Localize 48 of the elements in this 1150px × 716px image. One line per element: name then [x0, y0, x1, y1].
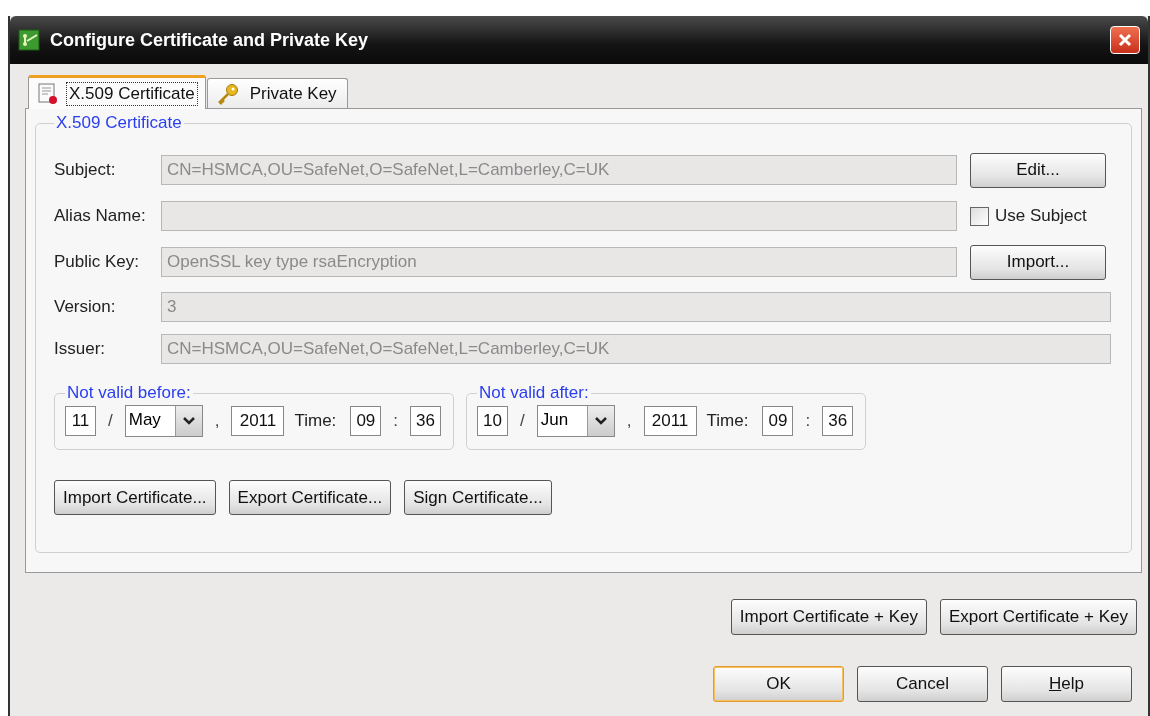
- chevron-down-icon: [182, 417, 195, 425]
- close-button[interactable]: [1110, 26, 1140, 54]
- field-label: Subject:: [54, 160, 117, 180]
- date-separator: ,: [625, 411, 633, 431]
- minute-field[interactable]: 36: [410, 406, 442, 436]
- minute-field[interactable]: 36: [822, 406, 854, 436]
- close-icon: [1117, 32, 1133, 48]
- certificate-button[interactable]: Sign Certificate...: [404, 480, 552, 515]
- date-group-title: Not valid after:: [478, 383, 590, 403]
- date-separator: /: [107, 411, 114, 431]
- app-icon: [18, 29, 40, 51]
- dialog-button[interactable]: Help: [1001, 666, 1132, 702]
- year-field[interactable]: 2011: [231, 406, 285, 436]
- time-label: Time:: [294, 411, 337, 431]
- chevron-down-icon: [594, 417, 607, 425]
- field-label: Public Key:: [54, 252, 141, 272]
- certificate-key-button[interactable]: Import Certificate + Key: [730, 599, 927, 635]
- date-separator: ,: [213, 411, 221, 431]
- certificate-key-button[interactable]: Export Certificate + Key: [939, 599, 1137, 635]
- group-title: X.509 Certificate: [55, 113, 183, 133]
- field-label: Alias Name:: [54, 206, 147, 226]
- tab[interactable]: X.509 Certificate: [28, 75, 206, 109]
- certificate-button[interactable]: Import Certificate...: [54, 480, 216, 515]
- time-separator: :: [392, 411, 400, 431]
- text-field[interactable]: [161, 201, 957, 231]
- month-dropdown[interactable]: May: [124, 405, 203, 437]
- hour-field[interactable]: 09: [350, 406, 382, 436]
- dialog-button[interactable]: OK: [713, 666, 844, 702]
- day-field[interactable]: 11: [65, 406, 96, 436]
- certificate-icon: [37, 82, 59, 105]
- time-separator: :: [804, 411, 812, 431]
- date-separator: /: [519, 411, 526, 431]
- action-button[interactable]: Import...: [970, 244, 1106, 280]
- window-title: Configure Certificate and Private Key: [50, 29, 370, 51]
- year-field[interactable]: 2011: [643, 406, 697, 436]
- hour-field[interactable]: 09: [762, 406, 794, 436]
- field-label: Version:: [54, 297, 117, 317]
- dialog-button[interactable]: Cancel: [857, 666, 988, 702]
- checkbox[interactable]: [970, 206, 989, 226]
- action-button[interactable]: Edit...: [970, 152, 1106, 188]
- certificate-button[interactable]: Export Certificate...: [228, 480, 392, 515]
- day-field[interactable]: 10: [477, 406, 509, 436]
- tab[interactable]: Private Key: [206, 78, 348, 108]
- time-label: Time:: [706, 411, 749, 431]
- checkbox-label: Use Subject: [995, 206, 1087, 226]
- date-group-title: Not valid before:: [66, 383, 192, 403]
- month-dropdown[interactable]: Jun: [536, 405, 615, 437]
- field-label: Issuer:: [54, 339, 107, 359]
